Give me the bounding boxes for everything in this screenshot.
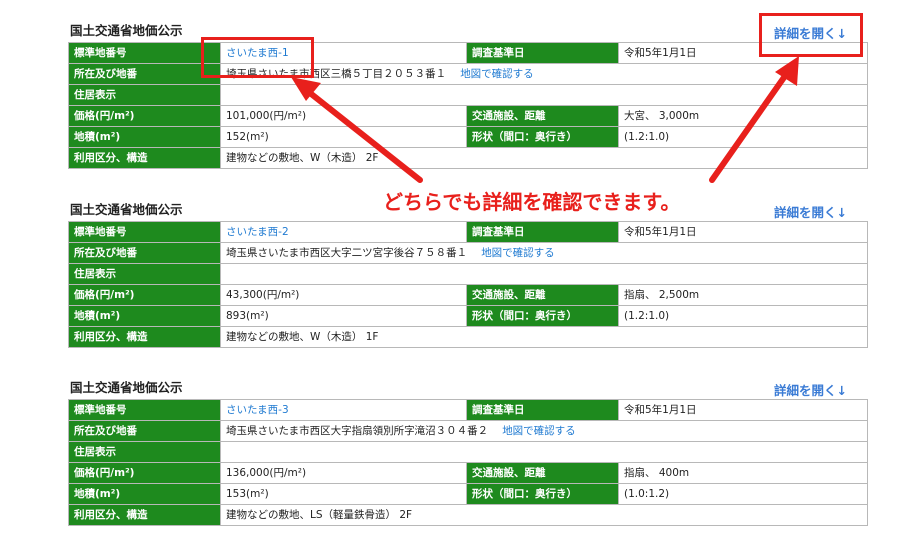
value-usage: 建物などの敷地、W（木造） 1F <box>220 326 868 348</box>
map-link[interactable]: 地図で確認する <box>460 68 534 80</box>
table-row: 価格(円/m²) 136,000(円/m²) 交通施設、距離 指扇、 400m <box>68 462 868 484</box>
annotation-callout: どちらでも詳細を確認できます。 <box>383 190 681 214</box>
table-row: 地積(m²) 152(m²) 形状（間口：奥行き） (1.2:1.0) <box>68 126 868 148</box>
entry-title: 国土交通省地価公示 <box>70 23 183 38</box>
value-survey-date: 令和5年1月1日 <box>618 221 868 243</box>
value-transport: 大宮、 3,000m <box>618 105 868 127</box>
label-shape: 形状（間口：奥行き） <box>466 126 619 148</box>
table-row: 標準地番号 さいたま西-3 調査基準日 令和5年1月1日 <box>68 399 868 421</box>
standard-land-number-link[interactable]: さいたま西-2 <box>226 226 289 238</box>
table-row: 価格(円/m²) 43,300(円/m²) 交通施設、距離 指扇、 2,500m <box>68 284 868 306</box>
table-row: 地積(m²) 893(m²) 形状（間口：奥行き） (1.2:1.0) <box>68 305 868 327</box>
address-text: 埼玉県さいたま市西区大字指扇領別所字滝沼３０４番２ <box>226 425 489 437</box>
table-row: 利用区分、構造 建物などの敷地、W（木造） 2F <box>68 147 868 169</box>
table-row: 所在及び地番 埼玉県さいたま市西区大字指扇領別所字滝沼３０４番２ 地図で確認する <box>68 420 868 442</box>
address-text: 埼玉県さいたま市西区大字二ツ宮字後谷７５８番１ <box>226 247 468 259</box>
table-row: 住居表示 <box>68 263 868 285</box>
land-price-table: 標準地番号 さいたま西-1 調査基準日 令和5年1月1日 所在及び地番 埼玉県さ… <box>68 42 868 169</box>
label-survey-date: 調査基準日 <box>466 399 619 421</box>
value-number: さいたま西-2 <box>220 221 467 243</box>
table-row: 住居表示 <box>68 84 868 106</box>
label-address: 所在及び地番 <box>68 242 221 264</box>
land-price-entry-2: 国土交通省地価公示 詳細を開く↓ 標準地番号 さいたま西-2 調査基準日 令和5… <box>68 199 868 348</box>
label-number: 標準地番号 <box>68 42 221 64</box>
value-residence <box>220 84 868 106</box>
table-row: 利用区分、構造 建物などの敷地、W（木造） 1F <box>68 326 868 348</box>
table-row: 価格(円/m²) 101,000(円/m²) 交通施設、距離 大宮、 3,000… <box>68 105 868 127</box>
label-survey-date: 調査基準日 <box>466 221 619 243</box>
value-price: 136,000(円/m²) <box>220 462 467 484</box>
value-area: 153(m²) <box>220 483 467 505</box>
value-shape: (1.2:1.0) <box>618 305 868 327</box>
label-residence: 住居表示 <box>68 84 221 106</box>
value-number: さいたま西-3 <box>220 399 467 421</box>
value-address: 埼玉県さいたま市西区三橋５丁目２０５３番１ 地図で確認する <box>220 63 868 85</box>
label-area: 地積(m²) <box>68 126 221 148</box>
value-price: 43,300(円/m²) <box>220 284 467 306</box>
open-details-link[interactable]: 詳細を開く↓ <box>774 202 847 221</box>
label-usage: 利用区分、構造 <box>68 326 221 348</box>
label-price: 価格(円/m²) <box>68 462 221 484</box>
label-shape: 形状（間口：奥行き） <box>466 305 619 327</box>
table-row: 住居表示 <box>68 441 868 463</box>
label-address: 所在及び地番 <box>68 420 221 442</box>
value-area: 152(m²) <box>220 126 467 148</box>
label-area: 地積(m²) <box>68 305 221 327</box>
table-row: 標準地番号 さいたま西-1 調査基準日 令和5年1月1日 <box>68 42 868 64</box>
label-residence: 住居表示 <box>68 263 221 285</box>
value-survey-date: 令和5年1月1日 <box>618 399 868 421</box>
label-shape: 形状（間口：奥行き） <box>466 483 619 505</box>
value-address: 埼玉県さいたま市西区大字指扇領別所字滝沼３０４番２ 地図で確認する <box>220 420 868 442</box>
label-transport: 交通施設、距離 <box>466 105 619 127</box>
highlight-box-number-link <box>201 37 314 78</box>
label-usage: 利用区分、構造 <box>68 504 221 526</box>
value-address: 埼玉県さいたま市西区大字二ツ宮字後谷７５８番１ 地図で確認する <box>220 242 868 264</box>
land-price-table: 標準地番号 さいたま西-2 調査基準日 令和5年1月1日 所在及び地番 埼玉県さ… <box>68 221 868 348</box>
value-shape: (1.2:1.0) <box>618 126 868 148</box>
value-residence <box>220 441 868 463</box>
value-price: 101,000(円/m²) <box>220 105 467 127</box>
land-price-table: 標準地番号 さいたま西-3 調査基準日 令和5年1月1日 所在及び地番 埼玉県さ… <box>68 399 868 526</box>
entry-title: 国土交通省地価公示 <box>70 202 183 217</box>
highlight-box-detail-link <box>759 13 863 57</box>
table-row: 所在及び地番 埼玉県さいたま市西区大字二ツ宮字後谷７５８番１ 地図で確認する <box>68 242 868 264</box>
value-usage: 建物などの敷地、LS（軽量鉄骨造） 2F <box>220 504 868 526</box>
label-residence: 住居表示 <box>68 441 221 463</box>
label-usage: 利用区分、構造 <box>68 147 221 169</box>
open-details-link[interactable]: 詳細を開く↓ <box>774 380 847 399</box>
value-transport: 指扇、 400m <box>618 462 868 484</box>
label-address: 所在及び地番 <box>68 63 221 85</box>
label-survey-date: 調査基準日 <box>466 42 619 64</box>
label-transport: 交通施設、距離 <box>466 284 619 306</box>
entry-title: 国土交通省地価公示 <box>70 380 183 395</box>
label-transport: 交通施設、距離 <box>466 462 619 484</box>
map-link[interactable]: 地図で確認する <box>481 247 555 259</box>
table-row: 利用区分、構造 建物などの敷地、LS（軽量鉄骨造） 2F <box>68 504 868 526</box>
label-price: 価格(円/m²) <box>68 284 221 306</box>
entry-header: 国土交通省地価公示 詳細を開く↓ <box>68 20 867 42</box>
land-price-entry-3: 国土交通省地価公示 詳細を開く↓ 標準地番号 さいたま西-3 調査基準日 令和5… <box>68 377 868 526</box>
label-number: 標準地番号 <box>68 399 221 421</box>
label-number: 標準地番号 <box>68 221 221 243</box>
table-row: 所在及び地番 埼玉県さいたま市西区三橋５丁目２０５３番１ 地図で確認する <box>68 63 868 85</box>
value-shape: (1.0:1.2) <box>618 483 868 505</box>
label-price: 価格(円/m²) <box>68 105 221 127</box>
standard-land-number-link[interactable]: さいたま西-3 <box>226 404 289 416</box>
map-link[interactable]: 地図で確認する <box>502 425 576 437</box>
table-row: 地積(m²) 153(m²) 形状（間口：奥行き） (1.0:1.2) <box>68 483 868 505</box>
value-area: 893(m²) <box>220 305 467 327</box>
value-transport: 指扇、 2,500m <box>618 284 868 306</box>
table-row: 標準地番号 さいたま西-2 調査基準日 令和5年1月1日 <box>68 221 868 243</box>
value-usage: 建物などの敷地、W（木造） 2F <box>220 147 868 169</box>
label-area: 地積(m²) <box>68 483 221 505</box>
value-residence <box>220 263 868 285</box>
land-price-entry-1: 国土交通省地価公示 詳細を開く↓ 標準地番号 さいたま西-1 調査基準日 令和5… <box>68 20 868 169</box>
entry-header: 国土交通省地価公示 詳細を開く↓ <box>68 377 867 399</box>
